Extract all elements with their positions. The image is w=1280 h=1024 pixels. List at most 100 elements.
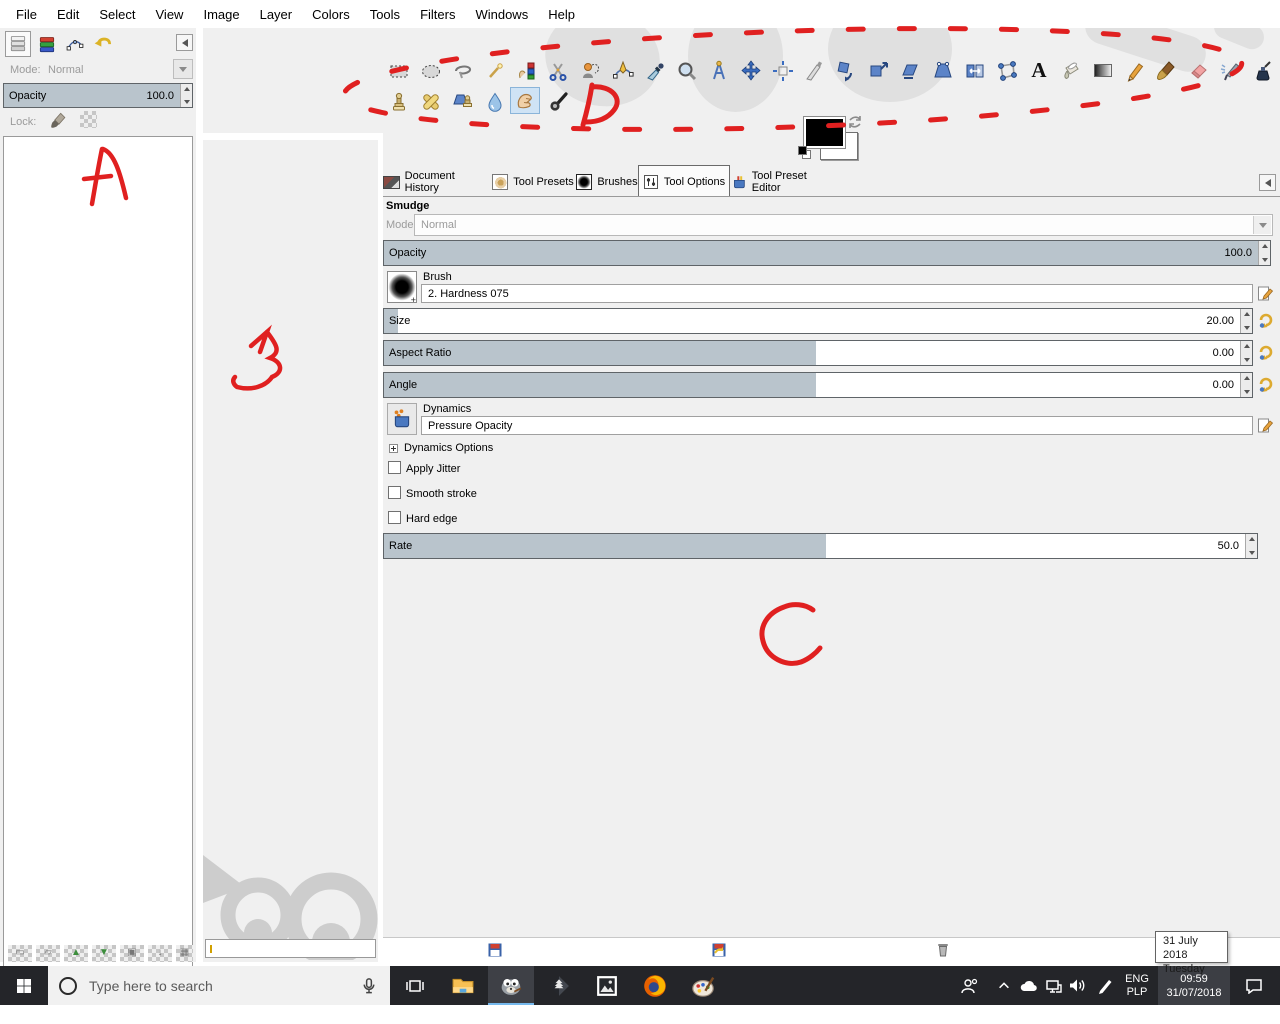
file-explorer-button[interactable]	[440, 966, 486, 1005]
tray-expand-button[interactable]	[990, 966, 1018, 1005]
tool-zoom-icon[interactable]	[672, 57, 702, 84]
save-tool-preset-button[interactable]	[488, 943, 502, 957]
default-colors-black[interactable]	[798, 146, 807, 155]
menu-windows[interactable]: Windows	[465, 2, 538, 27]
tool-blur-sharpen-icon[interactable]	[480, 88, 510, 115]
menu-edit[interactable]: Edit	[47, 2, 89, 27]
reset-size-button[interactable]	[1257, 312, 1274, 329]
tool-smudge-icon[interactable]	[510, 87, 540, 114]
dock-collapse-button[interactable]	[1259, 174, 1276, 191]
brush-thumbnail[interactable]: +	[387, 271, 417, 305]
menu-select[interactable]: Select	[89, 2, 145, 27]
tool-measure-icon[interactable]	[704, 57, 734, 84]
tool-rectangle-select-icon[interactable]	[384, 57, 414, 84]
layers-opacity-slider[interactable]: Opacity 100.0	[3, 83, 193, 108]
people-tray-button[interactable]	[952, 966, 986, 1005]
tool-gradient-icon[interactable]	[1088, 57, 1118, 84]
photos-taskbar-button[interactable]	[584, 966, 630, 1005]
tool-clone-icon[interactable]	[384, 88, 414, 115]
lock-pixels-icon[interactable]	[48, 110, 70, 130]
dock-mode-dropdown[interactable]: Normal	[414, 214, 1273, 236]
tool-rotate-icon[interactable]	[832, 57, 862, 84]
anchor-layer-button[interactable]: ↓	[148, 945, 172, 962]
tab-tool-options[interactable]: Tool Options	[638, 165, 730, 197]
tool-paintbrush-icon[interactable]	[1152, 57, 1182, 84]
tool-scissors-select-icon[interactable]	[544, 57, 574, 84]
menu-colors[interactable]: Colors	[302, 2, 360, 27]
lock-alpha-icon[interactable]	[80, 111, 97, 128]
tool-paths-icon[interactable]	[608, 57, 638, 84]
gimp-taskbar-button[interactable]	[488, 966, 534, 1005]
action-center-button[interactable]	[1232, 966, 1276, 1005]
opacity-slider[interactable]: Opacity 100.0	[383, 240, 1271, 266]
tool-eraser-icon[interactable]	[1184, 57, 1214, 84]
tab-tool-preset-editor[interactable]: Tool Preset Editor	[732, 168, 832, 196]
menu-tools[interactable]: Tools	[360, 2, 410, 27]
rate-spinner[interactable]	[1245, 534, 1257, 558]
restore-tool-preset-button[interactable]	[712, 943, 726, 957]
tool-perspective-clone-icon[interactable]	[448, 88, 478, 115]
menu-filters[interactable]: Filters	[410, 2, 465, 27]
menu-file[interactable]: File	[6, 2, 47, 27]
tab-channels[interactable]	[35, 33, 59, 57]
smooth-stroke-checkbox[interactable]	[388, 486, 401, 499]
tool-select-by-color-icon[interactable]	[512, 57, 542, 84]
tool-scale-icon[interactable]	[864, 57, 894, 84]
size-spinner[interactable]	[1240, 309, 1252, 333]
menu-layer[interactable]: Layer	[250, 2, 303, 27]
reset-angle-button[interactable]	[1257, 376, 1274, 393]
menu-image[interactable]: Image	[193, 2, 249, 27]
raise-layer-button[interactable]: ▲	[64, 945, 88, 962]
opacity-spinner[interactable]	[1258, 241, 1270, 265]
dynamics-thumbnail[interactable]	[387, 403, 417, 435]
tool-pencil-icon[interactable]	[1120, 57, 1150, 84]
onedrive-tray-button[interactable]	[1016, 966, 1042, 1005]
volume-tray-button[interactable]	[1062, 966, 1092, 1005]
pen-tray-button[interactable]	[1090, 966, 1120, 1005]
angle-slider[interactable]: Angle 0.00	[383, 372, 1253, 398]
menu-help[interactable]: Help	[538, 2, 585, 27]
tool-free-select-icon[interactable]	[448, 57, 478, 84]
tool-ink-icon[interactable]	[1248, 57, 1278, 84]
tool-fuzzy-select-icon[interactable]	[480, 57, 510, 84]
taskbar-search-box[interactable]: Type here to search	[48, 966, 390, 1005]
tool-heal-icon[interactable]	[416, 88, 446, 115]
tool-ellipse-select-icon[interactable]	[416, 57, 446, 84]
tool-perspective-icon[interactable]	[928, 57, 958, 84]
rate-slider[interactable]: Rate 50.0	[383, 533, 1258, 559]
tool-cage-transform-icon[interactable]	[992, 57, 1022, 84]
inkscape-taskbar-button[interactable]	[536, 966, 582, 1005]
edit-brush-button[interactable]	[1257, 285, 1274, 302]
dynamics-name-entry[interactable]: Pressure Opacity	[421, 416, 1253, 435]
angle-spinner[interactable]	[1240, 373, 1252, 397]
brush-name-entry[interactable]: 2. Hardness 075	[421, 284, 1253, 303]
opacity-spinner[interactable]	[180, 84, 192, 107]
reset-aspect-ratio-button[interactable]	[1257, 344, 1274, 361]
dynamics-options-expander[interactable]	[389, 444, 398, 453]
tool-flip-icon[interactable]	[960, 57, 990, 84]
new-layer-group-button[interactable]: ▱	[36, 945, 60, 962]
tab-undo-history[interactable]	[91, 33, 115, 57]
microphone-icon[interactable]	[360, 977, 378, 995]
foreground-color-swatch[interactable]	[803, 116, 846, 149]
tool-crop-icon[interactable]	[800, 57, 830, 84]
delete-layer-button[interactable]: ▦	[176, 945, 193, 962]
delete-tool-preset-button[interactable]	[936, 942, 950, 957]
tool-dodge-burn-icon[interactable]	[544, 88, 574, 115]
menu-view[interactable]: View	[146, 2, 194, 27]
layers-list[interactable]	[3, 136, 193, 969]
tool-foreground-select-icon[interactable]	[576, 57, 606, 84]
start-button[interactable]	[0, 966, 48, 1005]
language-indicator[interactable]: ENG PLP	[1118, 966, 1156, 1005]
duplicate-layer-button[interactable]: ▣	[120, 945, 144, 962]
tool-bucket-fill-icon[interactable]	[1056, 57, 1086, 84]
edit-dynamics-button[interactable]	[1257, 417, 1274, 434]
lower-layer-button[interactable]: ▼	[92, 945, 116, 962]
tool-color-picker-icon[interactable]	[640, 57, 670, 84]
firefox-taskbar-button[interactable]	[632, 966, 678, 1005]
layers-mode-dropdown[interactable]	[173, 59, 193, 79]
size-slider[interactable]: Size 20.00	[383, 308, 1253, 334]
tab-tool-presets[interactable]: Tool Presets	[492, 168, 574, 196]
tab-brushes[interactable]: Brushes	[576, 168, 638, 196]
aspect-ratio-slider[interactable]: Aspect Ratio 0.00	[383, 340, 1253, 366]
